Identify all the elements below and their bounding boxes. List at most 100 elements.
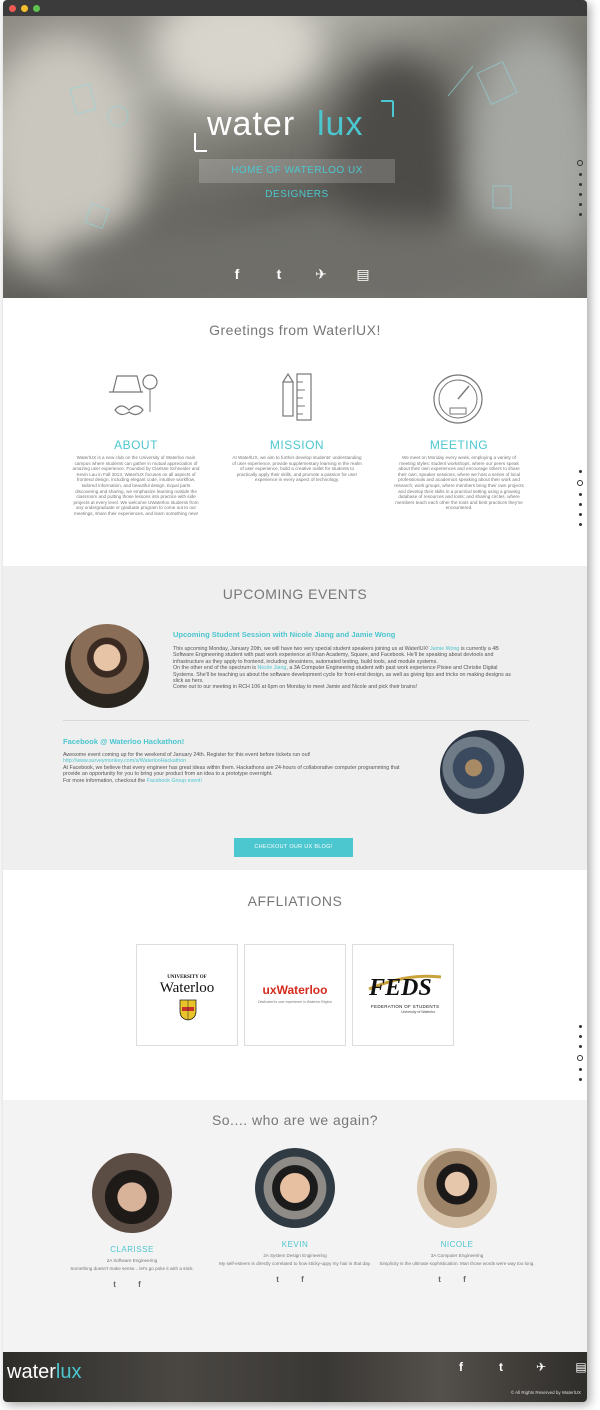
events-title: UPCOMING EVENTS <box>222 586 368 602</box>
member-quote: Simplicity is the ultimate sophisticatio… <box>379 1261 535 1266</box>
member-name: NICOLE <box>440 1240 474 1249</box>
nav-dot-active[interactable] <box>577 160 583 166</box>
about-text: WaterlUX is a new club on the University… <box>72 455 200 516</box>
member-card-kevin: KEVIN 2A System Design Engineering My se… <box>215 1148 375 1284</box>
nav-dot[interactable] <box>578 470 582 473</box>
nav-dot[interactable] <box>578 213 582 216</box>
calendar-icon[interactable]: ▤ <box>355 266 371 283</box>
jamie-wong-link[interactable]: Jamie Wong <box>430 646 459 652</box>
event-speaker-photo <box>65 624 149 708</box>
window-titlebar <box>3 0 587 16</box>
hackathon-register-link[interactable]: http://www.surveymonkey.com/s/WaterlooHa… <box>63 758 186 764</box>
facebook-icon[interactable]: f <box>229 266 245 283</box>
side-nav-dots[interactable] <box>577 1025 583 1081</box>
side-nav-dots[interactable] <box>577 160 583 216</box>
nav-dot[interactable] <box>578 193 582 196</box>
footer: waterlux f t ✈ ▤ © All Rights Reserved b… <box>3 1352 587 1402</box>
nav-dot[interactable] <box>578 493 582 496</box>
minimize-window-icon[interactable] <box>21 5 28 12</box>
member-name: KEVIN <box>281 1240 309 1249</box>
nav-dot-active[interactable] <box>577 1055 583 1061</box>
team-title: So.... who are we again? <box>211 1112 379 1128</box>
nav-dot[interactable] <box>578 1035 582 1038</box>
nav-dot[interactable] <box>578 523 582 526</box>
nav-dot[interactable] <box>578 173 582 176</box>
meeting-text: We meet on Monday every week, employing … <box>394 455 524 511</box>
hero-banner: water lux HOME OF WATERLOO UX DESIGNERS f… <box>3 16 587 298</box>
side-nav-dots[interactable] <box>577 470 583 526</box>
member-card-nicole: NICOLE 3A Computer Engineering Simplicit… <box>377 1148 537 1284</box>
logo-accent-text: lux <box>317 105 364 143</box>
uxwaterloo-subtitle: Dedicated to user experience in Waterloo… <box>258 1000 332 1004</box>
hero-social-links: f t ✈ ▤ <box>229 266 371 283</box>
events-section: UPCOMING EVENTS Upcoming Student Session… <box>3 566 587 870</box>
feds-university: University of Waterloo <box>401 1010 436 1014</box>
affiliations-title: AFFLIATIONS <box>247 893 343 909</box>
nav-dot[interactable] <box>578 1045 582 1048</box>
team-section: So.... who are we again? CLARISSE 2A Sof… <box>3 1100 587 1352</box>
nav-dot[interactable] <box>578 1068 582 1071</box>
mission-heading: MISSION <box>269 438 325 452</box>
uxwaterloo-wordmark: uxWaterloo <box>245 983 345 997</box>
uw-crest-icon <box>179 999 197 1021</box>
maximize-window-icon[interactable] <box>33 5 40 12</box>
nav-dot[interactable] <box>578 1078 582 1081</box>
event-1-text: This upcoming Monday, January 20th, we w… <box>173 646 431 652</box>
facebook-icon[interactable]: f <box>453 1360 469 1374</box>
nav-dot[interactable] <box>578 203 582 206</box>
doodle-icons <box>447 61 518 209</box>
ux-blog-button[interactable]: CHECKOUT OUR UX BLOG! <box>234 838 353 857</box>
member-photo <box>255 1148 335 1228</box>
hero-tagline: HOME OF WATERLOO UX DESIGNERS <box>199 159 395 200</box>
nav-dot[interactable] <box>578 183 582 186</box>
event-2-text: Awesome event coming up for the weekend … <box>63 752 311 758</box>
member-social-links[interactable]: t f <box>215 1275 375 1284</box>
mustache-monocle-icon <box>109 374 158 416</box>
nav-dot[interactable] <box>578 513 582 516</box>
event-1-title[interactable]: Upcoming Student Session with Nicole Jia… <box>173 630 553 639</box>
member-role: 2A Software Engineering <box>106 1258 158 1263</box>
nav-dot[interactable] <box>578 1025 582 1028</box>
meeting-column: MEETING We meet on Monday every week, em… <box>394 438 524 511</box>
background-blur <box>153 16 323 106</box>
nav-dot-active[interactable] <box>577 480 583 486</box>
twitter-icon[interactable]: t <box>493 1360 509 1374</box>
uw-wordmark: Waterloo <box>159 980 215 996</box>
member-social-links[interactable]: t f <box>52 1280 212 1289</box>
feds-subtitle: FEDERATION OF STUDENTS <box>371 1004 440 1009</box>
event-1-text: Come out to our meeting in RCH 106 at 6p… <box>173 684 418 691</box>
uxwaterloo-rest: Waterloo <box>276 983 328 997</box>
event-1-text: On the other end of the spectrum is <box>173 665 258 672</box>
member-photo <box>92 1153 172 1233</box>
footer-social-links: f t ✈ ▤ <box>453 1360 587 1374</box>
feds-wordmark: FEDS <box>369 975 432 1001</box>
member-role: 2A System Design Engineering <box>263 1253 327 1258</box>
member-quote: Something doesn't make sense... let's go… <box>70 1266 194 1271</box>
telegram-icon[interactable]: ✈ <box>533 1360 549 1374</box>
facebook-group-link[interactable]: Facebook Group event! <box>147 778 202 784</box>
nav-dot[interactable] <box>578 503 582 506</box>
copyright-text: © All Rights Reserved by WaterlUX <box>510 1390 581 1395</box>
footer-logo[interactable]: waterlux <box>7 1361 81 1384</box>
meeting-heading: MEETING <box>429 438 489 452</box>
feds-logo-card[interactable]: FEDS FEDERATION OF STUDENTS University o… <box>352 944 454 1046</box>
event-2-body: Awesome event coming up for the weekend … <box>63 752 413 784</box>
member-photo <box>417 1148 497 1228</box>
member-social-links[interactable]: t f <box>377 1275 537 1284</box>
hackathon-photo <box>440 730 524 814</box>
event-2-text: For more information, checkout the <box>63 777 147 784</box>
nicole-jiang-link[interactable]: Nicole Jiang <box>258 665 287 671</box>
footer-logo-accent: lux <box>55 1361 82 1383</box>
close-window-icon[interactable] <box>9 5 16 12</box>
telegram-icon[interactable]: ✈ <box>313 266 329 283</box>
uwaterloo-logo-card[interactable]: UNIVERSITY OF Waterloo <box>136 944 238 1046</box>
event-2-title[interactable]: Facebook @ Waterloo Hackathon! <box>63 737 363 746</box>
twitter-icon[interactable]: t <box>271 266 287 283</box>
browser-window: water lux HOME OF WATERLOO UX DESIGNERS f… <box>3 0 587 1402</box>
about-column: ABOUT WaterlUX is a new club on the Univ… <box>71 438 201 517</box>
footer-logo-text: water <box>7 1361 56 1383</box>
uxwaterloo-logo-card[interactable]: uxWaterloo Dedicated to user experience … <box>244 944 346 1046</box>
pencil-ruler-icon <box>282 372 312 421</box>
calendar-icon[interactable]: ▤ <box>573 1360 587 1374</box>
hero-logo[interactable]: water lux <box>194 100 399 152</box>
